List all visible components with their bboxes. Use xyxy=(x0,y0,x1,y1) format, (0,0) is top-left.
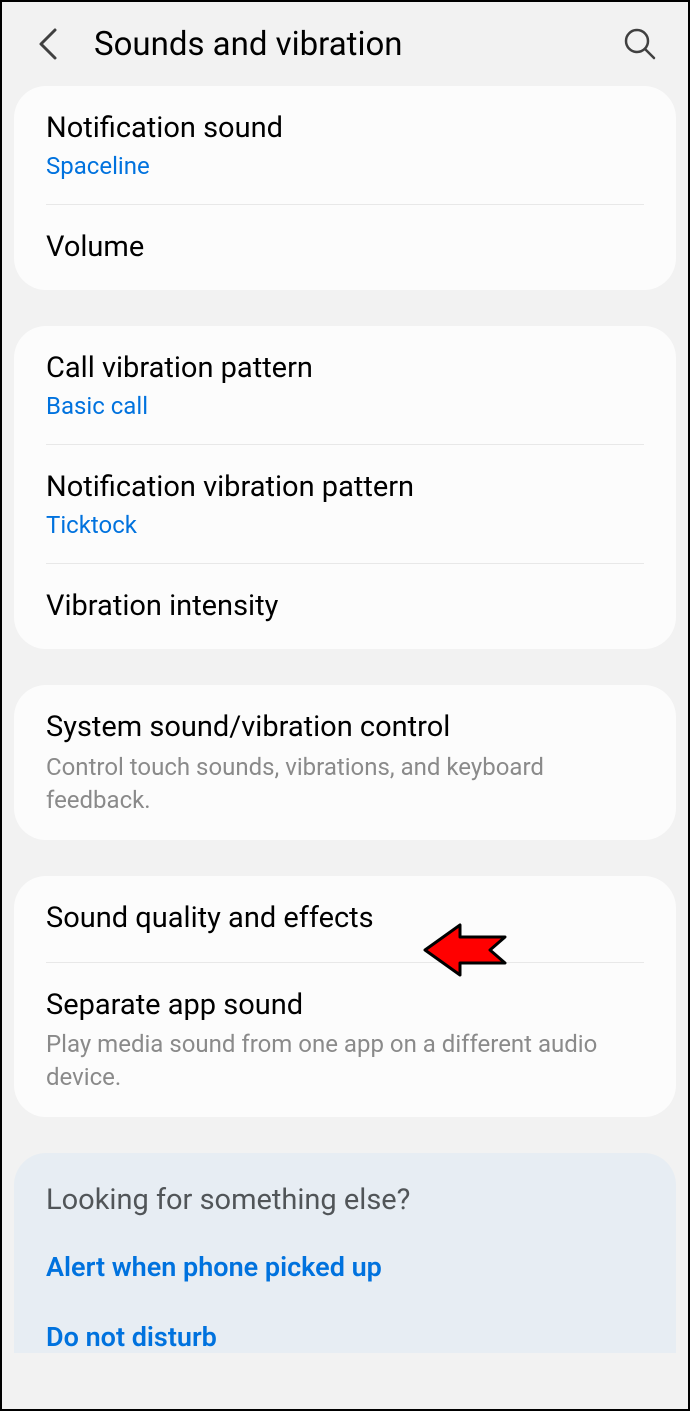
alert-phone-picked-up-link[interactable]: Alert when phone picked up xyxy=(46,1251,644,1283)
search-icon xyxy=(622,26,658,62)
notification-sound-item[interactable]: Notification sound Spaceline xyxy=(14,86,676,204)
sound-quality-item[interactable]: Sound quality and effects xyxy=(14,876,676,962)
item-value: Ticktock xyxy=(46,511,644,539)
section-system: System sound/vibration control Control t… xyxy=(14,685,676,839)
item-value: Spaceline xyxy=(46,152,644,180)
section-vibration: Call vibration pattern Basic call Notifi… xyxy=(14,326,676,649)
search-button[interactable] xyxy=(620,24,660,64)
footer-title: Looking for something else? xyxy=(46,1183,644,1217)
footer-section: Looking for something else? Alert when p… xyxy=(14,1153,676,1353)
item-value: Basic call xyxy=(46,392,644,420)
volume-item[interactable]: Volume xyxy=(14,205,676,291)
chevron-left-icon xyxy=(37,27,59,61)
item-desc: Play media sound from one app on a diffe… xyxy=(46,1028,644,1093)
section-sound: Notification sound Spaceline Volume xyxy=(14,86,676,290)
notification-vibration-item[interactable]: Notification vibration pattern Ticktock xyxy=(14,445,676,563)
item-desc: Control touch sounds, vibrations, and ke… xyxy=(46,751,644,816)
back-button[interactable] xyxy=(30,26,66,62)
item-title: Call vibration pattern xyxy=(46,350,644,388)
item-title: Vibration intensity xyxy=(46,588,644,626)
item-title: Notification sound xyxy=(46,110,644,148)
item-title: Separate app sound xyxy=(46,987,644,1025)
call-vibration-item[interactable]: Call vibration pattern Basic call xyxy=(14,326,676,444)
system-sound-item[interactable]: System sound/vibration control Control t… xyxy=(14,685,676,839)
item-title: Notification vibration pattern xyxy=(46,469,644,507)
item-title: Sound quality and effects xyxy=(46,900,644,938)
item-title: Volume xyxy=(46,229,644,267)
section-quality: Sound quality and effects Separate app s… xyxy=(14,876,676,1117)
vibration-intensity-item[interactable]: Vibration intensity xyxy=(14,564,676,650)
do-not-disturb-link[interactable]: Do not disturb xyxy=(46,1321,644,1353)
page-title: Sounds and vibration xyxy=(94,25,620,64)
header: Sounds and vibration xyxy=(2,2,688,86)
separate-app-sound-item[interactable]: Separate app sound Play media sound from… xyxy=(14,963,676,1117)
item-title: System sound/vibration control xyxy=(46,709,644,747)
